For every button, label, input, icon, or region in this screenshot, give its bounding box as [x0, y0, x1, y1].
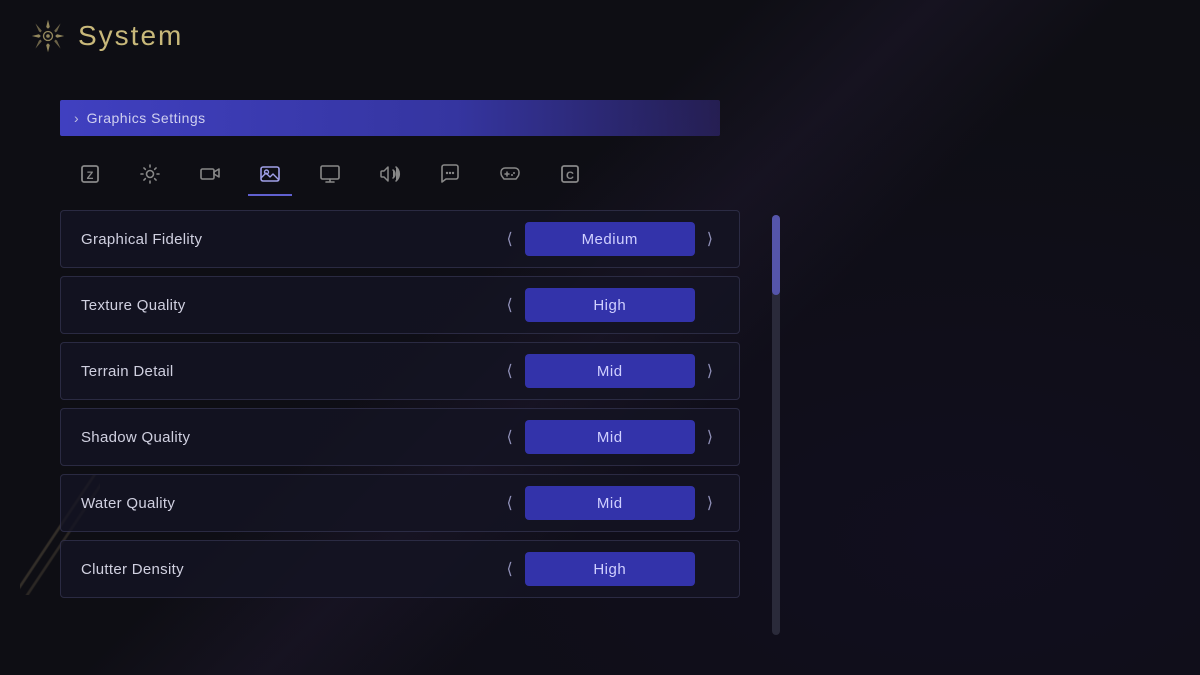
- arrow-left-clutter-density[interactable]: ⟨: [501, 555, 519, 583]
- audio-icon: [379, 163, 401, 185]
- arrow-left-terrain-detail[interactable]: ⟨: [501, 357, 519, 385]
- tab-settings[interactable]: [120, 152, 180, 196]
- setting-label-clutter-density: Clutter Density: [81, 561, 184, 578]
- tab-record[interactable]: [180, 152, 240, 196]
- value-shadow-quality: Mid: [525, 420, 695, 454]
- display-icon: [319, 163, 341, 185]
- arrow-right-terrain-detail[interactable]: ⟩: [701, 357, 719, 385]
- tab-graphics[interactable]: [240, 152, 300, 196]
- arrow-right-shadow-quality[interactable]: ⟩: [701, 423, 719, 451]
- scrollbar-track: [772, 215, 780, 635]
- setting-graphical-fidelity: Graphical Fidelity ⟨ Medium ⟩: [60, 210, 740, 268]
- setting-control-texture-quality: ⟨ High ⟩: [501, 288, 720, 322]
- arrow-left-shadow-quality[interactable]: ⟨: [501, 423, 519, 451]
- setting-label-water-quality: Water Quality: [81, 495, 175, 512]
- setting-label-graphical-fidelity: Graphical Fidelity: [81, 231, 202, 248]
- tab-controller[interactable]: [480, 152, 540, 196]
- icon-tab-bar: Z: [60, 152, 600, 196]
- section-chevron-icon: ›: [74, 110, 79, 126]
- record-icon: [199, 163, 221, 185]
- setting-terrain-detail: Terrain Detail ⟨ Mid ⟩: [60, 342, 740, 400]
- c-icon: C: [559, 163, 581, 185]
- setting-control-shadow-quality: ⟨ Mid ⟩: [501, 420, 720, 454]
- value-water-quality: Mid: [525, 486, 695, 520]
- svg-text:C: C: [566, 170, 574, 182]
- setting-label-terrain-detail: Terrain Detail: [81, 363, 174, 380]
- arrow-left-water-quality[interactable]: ⟨: [501, 489, 519, 517]
- arrow-left-texture-quality[interactable]: ⟨: [501, 291, 519, 319]
- setting-shadow-quality: Shadow Quality ⟨ Mid ⟩: [60, 408, 740, 466]
- tab-display[interactable]: [300, 152, 360, 196]
- image-icon: [259, 163, 281, 185]
- arrow-left-graphical-fidelity[interactable]: ⟨: [501, 225, 519, 253]
- setting-control-terrain-detail: ⟨ Mid ⟩: [501, 354, 720, 388]
- section-header-label: Graphics Settings: [87, 110, 206, 126]
- setting-label-shadow-quality: Shadow Quality: [81, 429, 190, 446]
- z-icon: Z: [79, 163, 101, 185]
- setting-control-water-quality: ⟨ Mid ⟩: [501, 486, 720, 520]
- value-terrain-detail: Mid: [525, 354, 695, 388]
- setting-control-graphical-fidelity: ⟨ Medium ⟩: [501, 222, 720, 256]
- tab-audio[interactable]: [360, 152, 420, 196]
- setting-texture-quality: Texture Quality ⟨ High ⟩: [60, 276, 740, 334]
- tab-c[interactable]: C: [540, 152, 600, 196]
- page-title: System: [78, 20, 183, 52]
- svg-text:Z: Z: [87, 170, 94, 182]
- tab-z[interactable]: Z: [60, 152, 120, 196]
- section-header: › Graphics Settings: [60, 100, 720, 136]
- value-clutter-density: High: [525, 552, 695, 586]
- setting-label-texture-quality: Texture Quality: [81, 297, 186, 314]
- value-texture-quality: High: [525, 288, 695, 322]
- scrollbar-thumb[interactable]: [772, 215, 780, 295]
- page-title-container: System: [30, 18, 183, 54]
- value-graphical-fidelity: Medium: [525, 222, 695, 256]
- setting-clutter-density: Clutter Density ⟨ High ⟩: [60, 540, 740, 598]
- chat-icon: [439, 163, 461, 185]
- arrow-right-graphical-fidelity[interactable]: ⟩: [701, 225, 719, 253]
- setting-water-quality: Water Quality ⟨ Mid ⟩: [60, 474, 740, 532]
- settings-list: Graphical Fidelity ⟨ Medium ⟩ Texture Qu…: [60, 210, 740, 598]
- system-icon: [30, 18, 66, 54]
- setting-control-clutter-density: ⟨ High ⟩: [501, 552, 720, 586]
- arrow-right-water-quality[interactable]: ⟩: [701, 489, 719, 517]
- tab-chat[interactable]: [420, 152, 480, 196]
- controller-icon: [499, 163, 521, 185]
- gear-icon: [139, 163, 161, 185]
